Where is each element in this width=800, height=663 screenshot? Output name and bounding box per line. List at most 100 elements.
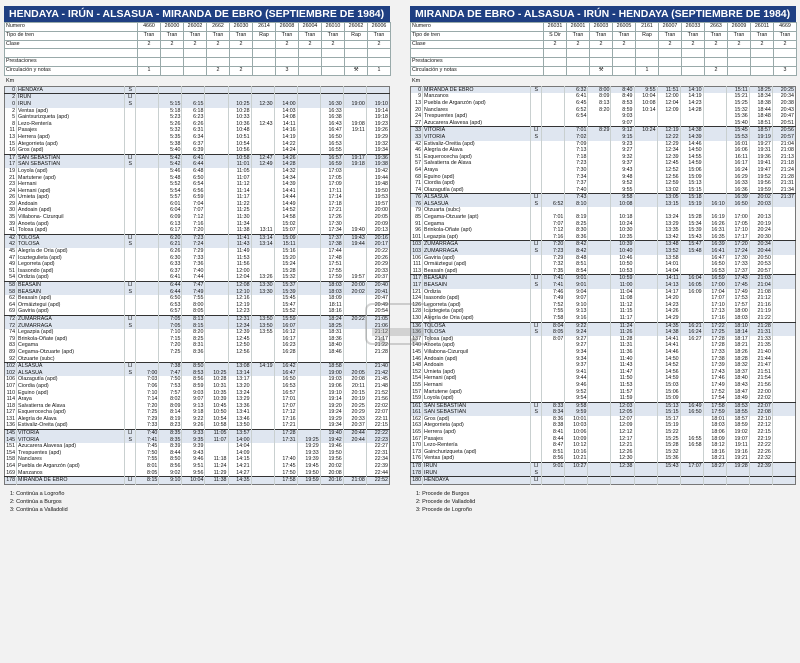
header-cell: 2 [727, 39, 751, 50]
time-cell [564, 119, 588, 127]
time-cell [250, 449, 275, 457]
time-cell [250, 167, 275, 175]
time-cell: 21:44 [748, 355, 773, 363]
time-cell [342, 194, 367, 201]
table-row: 178 IRÚN S [410, 469, 796, 477]
time-cell: 14:00 [227, 436, 252, 444]
table-row: 151 Azucarera Alavesa (apd) 7:45 8:39 9:39 14… [4, 443, 390, 450]
time-cell: 16:47 [319, 127, 344, 134]
header-cell: 2 [681, 39, 705, 50]
time-cell [250, 93, 275, 101]
station-name: Brinkola-Oñate (apt) [422, 227, 531, 234]
km-cell: 158 [6, 456, 16, 463]
time-cell [679, 381, 704, 389]
table-row: 39 Anoeta (apd) 6:13 7:16 11:34 15:02 17:30 20:… [4, 220, 390, 228]
stop-flag: LI [124, 280, 136, 289]
time-cell: 7:49 [181, 288, 205, 296]
time-cell [771, 207, 796, 215]
time-cell: 19:47 [748, 166, 773, 174]
header-cell [160, 65, 184, 76]
station-name: Trespuentes (apd) [422, 113, 531, 120]
header-row: Tipo de tren Tran Tran Tran Tran Tran Rap Tran T… [4, 30, 391, 41]
time-cell: 14:20 [656, 295, 681, 302]
time-cell [610, 476, 634, 485]
station-name: Esquerocecha (apd) [16, 409, 125, 416]
header-cell: 26002 [183, 22, 207, 32]
time-cell: 17:10 [725, 227, 750, 234]
time-cell [250, 147, 275, 155]
table-row: 136 Estivaliz-Oreita (apd) 7:33 8:23 9:26 10:… [4, 422, 390, 430]
header-cell [750, 65, 774, 76]
time-cell [771, 455, 796, 463]
km-cell: 145 [4, 429, 17, 437]
time-cell [587, 455, 611, 463]
header-cell: 1 [137, 65, 161, 76]
time-cell [587, 173, 611, 181]
time-cell: 14:35 [227, 476, 252, 485]
stop-flag [124, 402, 136, 410]
station-name: Otzuarte (subc) [16, 355, 125, 363]
table-row: 165 Herrera (apd) 8:41 10:06 12:12 15:22 18:06… [410, 429, 796, 436]
time-cell: 8:20 [587, 106, 611, 114]
time-cell [771, 200, 796, 208]
km-cell: 146 [412, 355, 422, 362]
stop-flag [124, 267, 136, 275]
time-cell: 10:54 [227, 140, 252, 148]
time-cell: 14:38 [656, 329, 681, 336]
table-row: 111 Ormáiztegui (apd) 7:32 8:51 10:50 14:01 16… [410, 261, 796, 268]
time-cell: 8:35 [158, 436, 182, 444]
time-cell [587, 295, 611, 302]
time-cell [702, 469, 727, 477]
time-cell [541, 173, 565, 181]
time-cell: 11:51 [656, 86, 681, 94]
time-cell [771, 214, 796, 221]
stop-flag [530, 335, 542, 343]
header-cell: 2 [160, 39, 184, 50]
station-name: MIRANDA DE EBRO [16, 476, 125, 485]
time-cell: 9:03 [181, 389, 205, 397]
time-cell: 10:16 [564, 448, 588, 456]
stop-flag [530, 186, 542, 194]
timetable-table: 0 MIRANDA DE EBRO S 6:32 8:00 8:40 9:55 11:51 14… [410, 85, 796, 485]
time-cell [771, 274, 796, 282]
stop-flag [124, 389, 136, 397]
stop-flag: S [124, 100, 136, 108]
time-cell: 12:05 [610, 409, 634, 416]
time-cell [702, 173, 727, 181]
time-cell: 19:46 [319, 443, 344, 450]
time-cell: 10:45 [204, 402, 228, 410]
station-name: Estivaliz-Oreitia (apd) [422, 140, 531, 148]
time-cell: 7:12 [181, 214, 205, 221]
table-row: 92 Otzuarte (subc) [4, 355, 390, 363]
time-cell: 19:16 [725, 448, 750, 456]
time-cell: 11:22 [227, 200, 252, 208]
stop-flag [124, 174, 136, 182]
time-cell [587, 375, 611, 382]
table-row: 17 SAN SEBASTIAN LI 5:42 6:41 10:58 12:47 14:26… [4, 153, 390, 162]
stop-flag [530, 348, 542, 356]
time-cell: 22:27 [365, 443, 390, 450]
time-cell [135, 362, 159, 370]
time-cell: 9:18 [181, 409, 205, 416]
time-cell: 14:16 [273, 127, 298, 134]
time-cell [610, 469, 634, 477]
time-cell: 12:39 [656, 153, 681, 161]
time-cell: 17:04 [702, 288, 727, 296]
table-row: 64 Ormáiztegui (apd) 6:53 8:00 12:19 15:47 18:… [4, 301, 390, 309]
time-cell: 9:27 [564, 342, 588, 349]
header-row: Numero 26031 26001 26003 26005 2161 26007 26033… [410, 22, 797, 32]
time-cell: 15:13 [679, 180, 704, 187]
station-name: Nanclares [16, 456, 125, 464]
time-cell [587, 335, 611, 343]
header-cell [298, 57, 322, 67]
table-row: 41 Tolosa (apd) 6:17 7:20 11:38 13:11 15:07 17:… [4, 227, 390, 235]
time-cell: 19:42 [365, 167, 390, 175]
table-row: 83 Cegama 7:20 8:31 12:50 16:23 18:40 21:22 [4, 342, 390, 349]
time-cell: 17:12 [273, 409, 298, 416]
time-cell: 7:33 [135, 422, 159, 430]
time-cell [250, 86, 275, 94]
time-cell: 11:36 [610, 348, 634, 356]
time-cell [725, 469, 750, 477]
time-cell: 8:25 [564, 220, 588, 228]
stop-flag [530, 314, 542, 323]
